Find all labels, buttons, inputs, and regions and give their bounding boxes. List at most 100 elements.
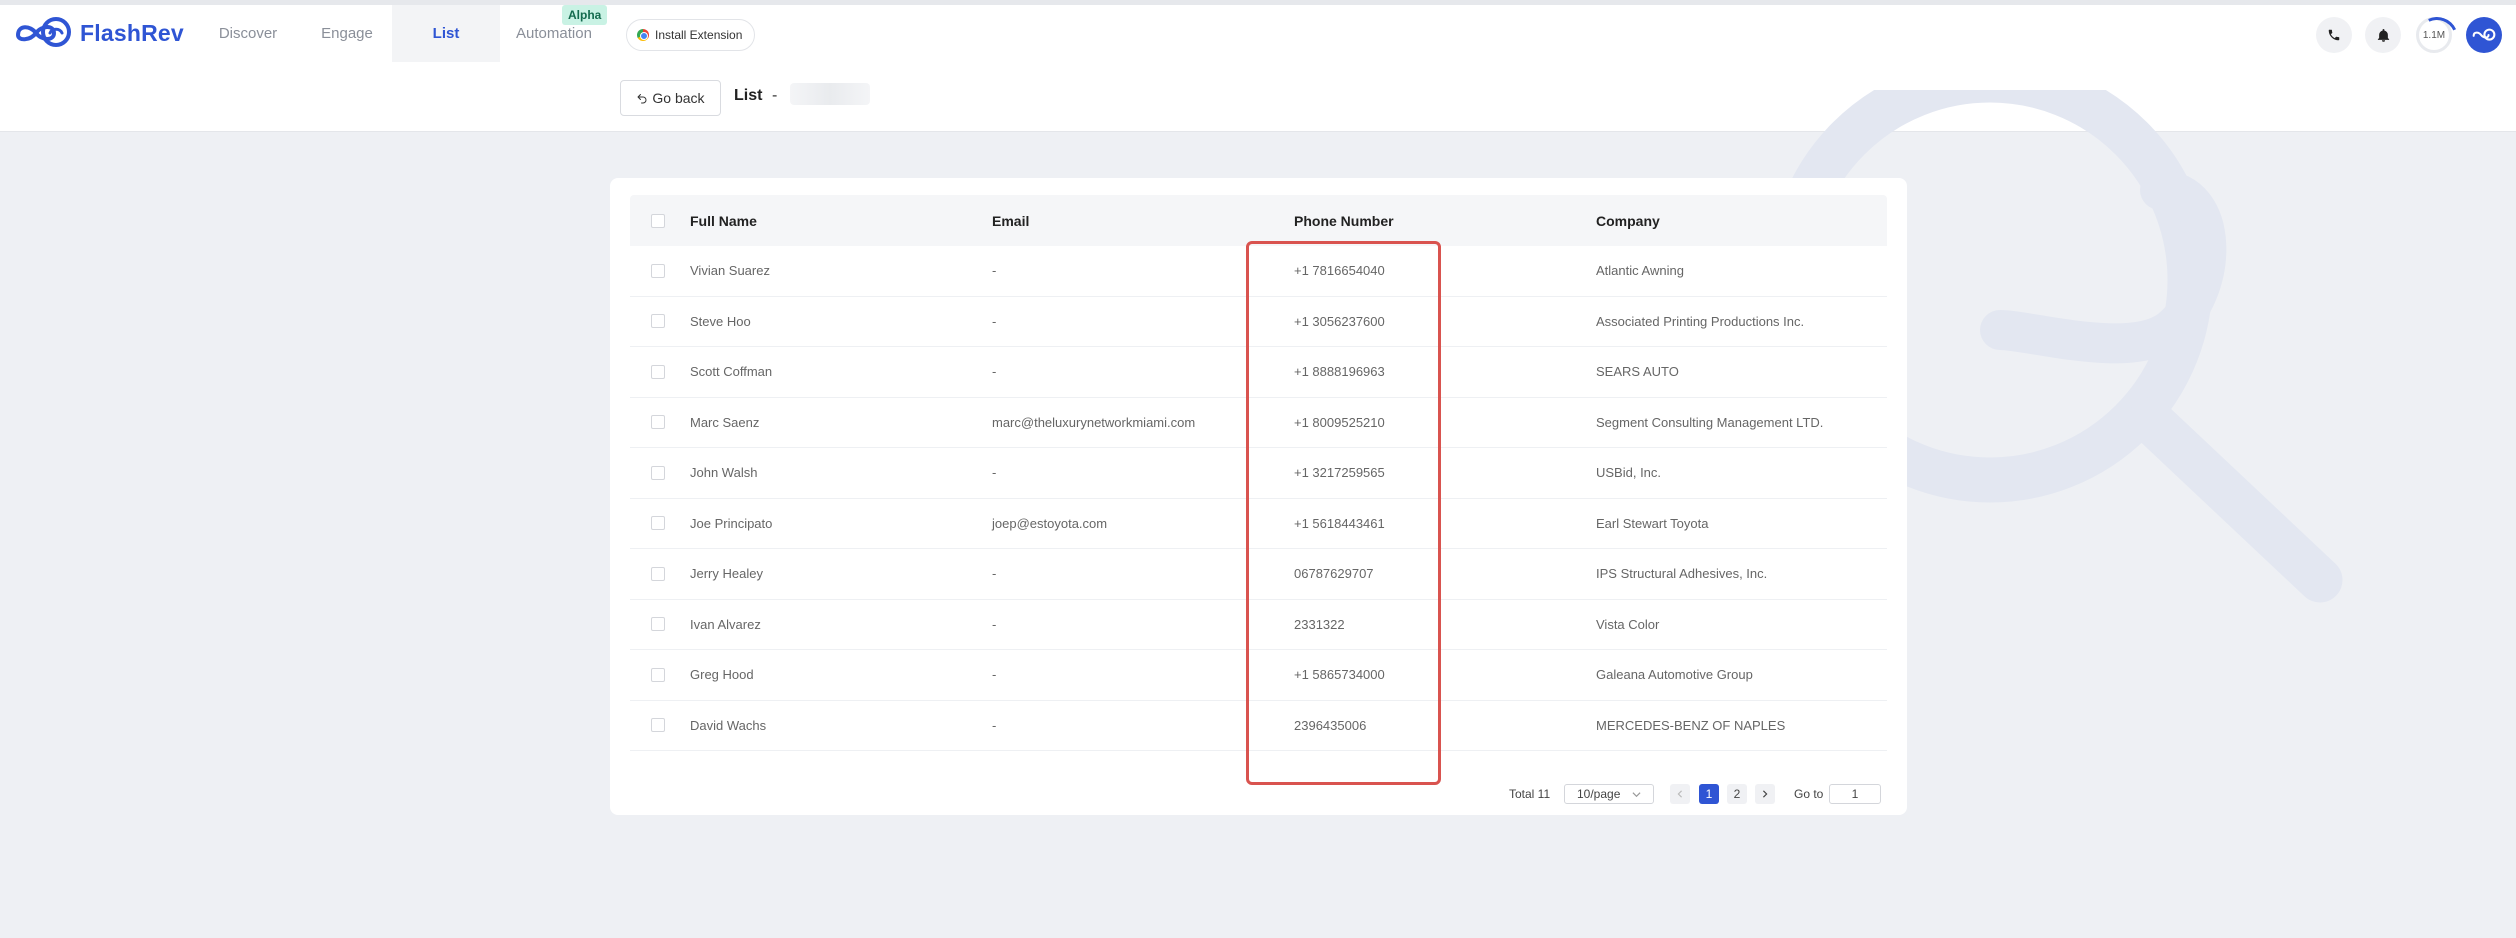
cell-full-name: Joe Principato (690, 515, 773, 531)
row-checkbox-cell (630, 314, 690, 329)
list-card: Full Name Email Phone Number Company Viv… (610, 178, 1907, 815)
cell-email: - (992, 313, 997, 329)
cell-full-name: Ivan Alvarez (690, 616, 761, 632)
flashrev-logo-icon (15, 17, 71, 47)
prev-page-button[interactable] (1670, 784, 1690, 804)
pagination-total: Total 11 (1509, 787, 1551, 801)
header-checkbox-cell (630, 213, 690, 228)
cell-company: Segment Consulting Management LTD. (1596, 414, 1824, 430)
row-checkbox-cell (630, 415, 690, 430)
table-row[interactable]: Greg Hood - +1 5865734000 Galeana Automotiv… (630, 650, 1887, 701)
cell-full-name: David Wachs (690, 717, 767, 733)
cell-full-name: Vivian Suarez (690, 263, 770, 279)
column-header-company[interactable]: Company (1596, 213, 1887, 229)
notifications-button[interactable] (2365, 17, 2401, 53)
logo[interactable]: FlashRev (14, 15, 184, 51)
table-row[interactable]: Marc Saenz marc@theluxurynetworkmiami.com… (630, 398, 1887, 448)
avatar-logo-icon (2472, 28, 2496, 41)
cell-company: Galeana Automotive Group (1596, 667, 1753, 683)
cell-email: - (992, 364, 997, 380)
row-checkbox[interactable] (651, 617, 665, 632)
cell-phone-number: +1 8888196963 (1294, 364, 1385, 380)
cell-email: - (992, 263, 997, 279)
cell-email: - (992, 717, 997, 733)
cell-phone-number: +1 7816654040 (1294, 263, 1385, 279)
go-back-button[interactable]: Go back (620, 80, 721, 116)
chevron-right-icon (1762, 790, 1768, 798)
row-checkbox-cell (630, 364, 690, 379)
contacts-table: Full Name Email Phone Number Company Viv… (630, 195, 1887, 751)
cell-company: SEARS AUTO (1596, 364, 1679, 380)
cell-phone-number: +1 5618443461 (1294, 515, 1385, 531)
next-page-button[interactable] (1755, 784, 1775, 804)
column-header-email[interactable]: Email (992, 213, 1294, 229)
app-name: FlashRev (80, 19, 184, 46)
cell-email: - (992, 667, 997, 683)
credits-indicator[interactable]: 1.1M (2416, 17, 2452, 53)
cell-phone-number: 2396435006 (1294, 717, 1367, 733)
cell-phone-number: +1 3217259565 (1294, 465, 1385, 481)
page-title: List (734, 87, 763, 104)
cell-phone-number: 06787629707 (1294, 566, 1374, 582)
cell-company: Vista Color (1596, 616, 1660, 632)
cell-full-name: Jerry Healey (690, 566, 763, 582)
nav-discover[interactable]: Discover (212, 5, 284, 62)
cell-company: Atlantic Awning (1596, 263, 1684, 279)
row-checkbox[interactable] (651, 566, 665, 581)
row-checkbox-cell (630, 566, 690, 581)
table-row[interactable]: John Walsh - +1 3217259565 USBid, Inc. (630, 448, 1887, 499)
page-1-button[interactable]: 1 (1699, 784, 1719, 804)
phone-button[interactable] (2316, 17, 2352, 53)
row-checkbox[interactable] (651, 415, 665, 430)
cell-full-name: John Walsh (690, 465, 758, 481)
cell-company: Earl Stewart Toyota (1596, 515, 1709, 531)
row-checkbox[interactable] (651, 314, 665, 329)
column-header-full-name[interactable]: Full Name (690, 213, 992, 229)
row-checkbox[interactable] (651, 667, 665, 682)
row-checkbox[interactable] (651, 465, 665, 480)
avatar[interactable] (2466, 17, 2502, 53)
go-back-label: Go back (652, 90, 705, 106)
page-size-value: 10/page (1577, 787, 1621, 801)
table-row[interactable]: Vivian Suarez - +1 7816654040 Atlantic Awni… (630, 246, 1887, 297)
cell-company: MERCEDES-BENZ OF NAPLES (1596, 717, 1786, 733)
row-checkbox[interactable] (651, 263, 665, 278)
table-row[interactable]: Jerry Healey - 06787629707 IPS Structural A… (630, 549, 1887, 600)
list-name-redacted (790, 83, 870, 105)
install-extension-button[interactable]: Install Extension (626, 19, 756, 51)
row-checkbox[interactable] (651, 718, 665, 733)
cell-full-name: Steve Hoo (690, 313, 751, 329)
cell-full-name: Scott Coffman (690, 364, 773, 380)
cell-phone-number: +1 5865734000 (1294, 667, 1385, 683)
table-row[interactable]: Scott Coffman - +1 8888196963 SEARS AUTO (630, 347, 1887, 398)
table-row[interactable]: Ivan Alvarez - 2331322 Vista Color (630, 600, 1887, 650)
chevron-down-icon (1632, 791, 1641, 797)
select-all-checkbox[interactable] (651, 213, 665, 228)
row-checkbox-cell (630, 718, 690, 733)
install-extension-label: Install Extension (655, 28, 743, 42)
page-size-select[interactable]: 10/page (1564, 784, 1654, 804)
cell-phone-number: +1 3056237600 (1294, 313, 1385, 329)
cell-email: joep@estoyota.com (992, 515, 1108, 531)
table-row[interactable]: Joe Principato joep@estoyota.com +1 561844… (630, 499, 1887, 549)
cell-email: marc@theluxurynetworkmiami.com (992, 414, 1196, 430)
cell-full-name: Greg Hood (690, 667, 754, 683)
nav-engage[interactable]: Engage (312, 5, 382, 62)
table-row[interactable]: Steve Hoo - +1 3056237600 Associated Printi… (630, 297, 1887, 347)
nav-list[interactable]: List (392, 5, 500, 62)
cell-company: USBid, Inc. (1596, 465, 1662, 481)
cell-email: - (992, 465, 997, 481)
row-checkbox[interactable] (651, 516, 665, 531)
cell-email: - (992, 616, 997, 632)
undo-icon (637, 94, 647, 104)
page-2-button[interactable]: 2 (1727, 784, 1747, 804)
table-row[interactable]: David Wachs - 2396435006 MERCEDES-BENZ OF N… (630, 701, 1887, 751)
row-checkbox[interactable] (651, 364, 665, 379)
row-checkbox-cell (630, 617, 690, 632)
chrome-icon (637, 29, 649, 41)
goto-page-input[interactable]: 1 (1829, 784, 1881, 804)
cell-company: IPS Structural Adhesives, Inc. (1596, 566, 1768, 582)
column-header-phone-number[interactable]: Phone Number (1294, 213, 1596, 229)
table-header: Full Name Email Phone Number Company (630, 195, 1887, 246)
row-checkbox-cell (630, 263, 690, 278)
